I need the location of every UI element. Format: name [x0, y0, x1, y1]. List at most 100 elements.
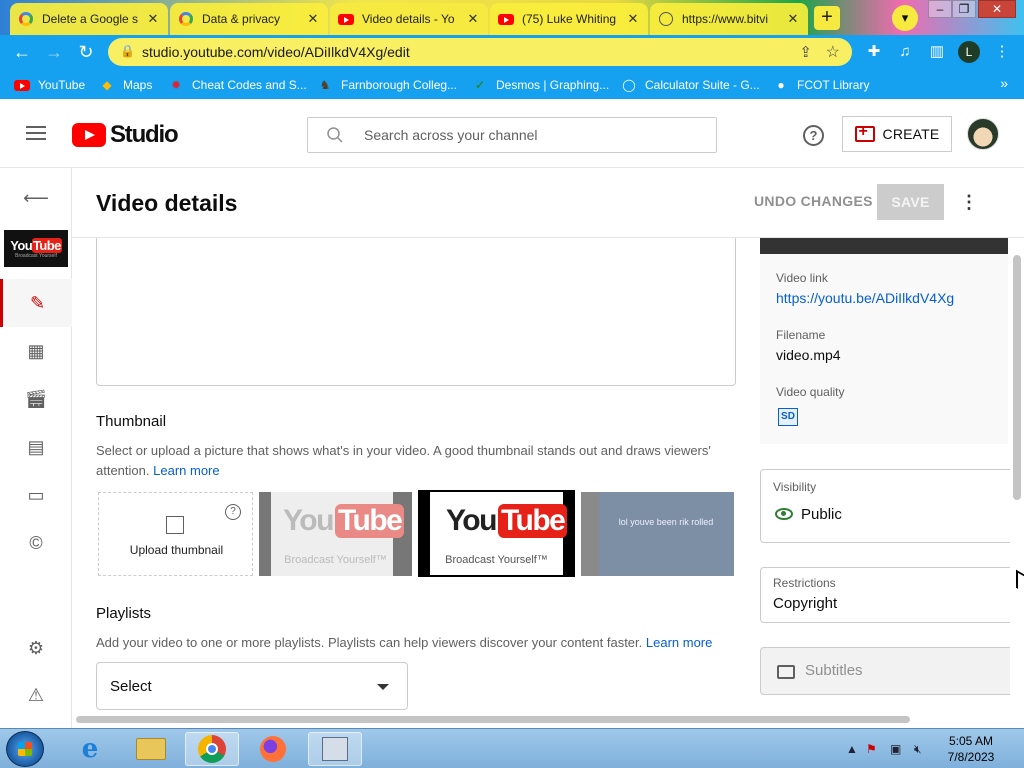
playlists-learn-more-link[interactable]: Learn more: [646, 635, 712, 650]
taskbar-media-app[interactable]: [308, 732, 362, 766]
browser-tab-delete-google[interactable]: Delete a Google s ✕: [10, 3, 168, 35]
chrome-icon: [198, 735, 226, 763]
taskbar-file-explorer[interactable]: [124, 732, 178, 766]
sidebar-video-thumbnail[interactable]: You Tube Broadcast Yourself: [4, 230, 68, 267]
bookmark-label: FCOT Library: [797, 78, 870, 92]
sidebar-item-settings[interactable]: ⚙: [0, 624, 72, 672]
start-button[interactable]: [6, 731, 44, 767]
action-center-icon[interactable]: ⚑: [866, 742, 877, 756]
upload-thumbnail-button[interactable]: ? Upload thumbnail: [98, 492, 253, 576]
browser-tab-luke-whiting[interactable]: (75) Luke Whiting ✕: [490, 3, 648, 35]
thumbnail-learn-more-link[interactable]: Learn more: [153, 463, 219, 478]
bookmark-fcot-library[interactable]: ● FCOT Library: [773, 76, 869, 94]
close-icon[interactable]: ✕: [306, 11, 320, 27]
thumb-tagline: Broadcast Yourself™: [284, 554, 387, 566]
channel-search[interactable]: [307, 117, 717, 153]
thumbnail-option-2-selected[interactable]: You Tube Broadcast Yourself™: [418, 490, 575, 577]
save-button[interactable]: SAVE: [877, 184, 944, 220]
back-to-content-button[interactable]: ⟵: [0, 174, 72, 222]
youtube-icon: [14, 77, 30, 93]
close-icon[interactable]: ✕: [786, 11, 800, 27]
browser-menu-icon[interactable]: ⋮: [992, 42, 1012, 62]
search-input[interactable]: [364, 118, 704, 152]
forward-button[interactable]: →: [43, 41, 65, 63]
studio-logo[interactable]: Studio: [72, 121, 179, 148]
visibility-dropdown[interactable]: Visibility Public: [760, 469, 1010, 543]
bookmark-label: Farnborough Colleg...: [341, 78, 458, 92]
taskbar-chrome[interactable]: [185, 732, 239, 766]
undo-changes-button[interactable]: UNDO CHANGES: [754, 193, 873, 209]
extensions-icon[interactable]: ✚: [864, 42, 884, 62]
video-quality-label: Video quality: [776, 385, 845, 399]
sidebar-item-editor[interactable]: 🎬︎: [0, 375, 72, 423]
sidebar-item-feedback[interactable]: ⚠: [0, 671, 72, 719]
bookmark-maps[interactable]: ◆ Maps: [99, 76, 152, 94]
taskbar-internet-explorer[interactable]: e: [63, 732, 117, 766]
sidebar-item-analytics[interactable]: ▦: [0, 327, 72, 375]
window-minimize-button[interactable]: –: [928, 0, 952, 18]
system-clock[interactable]: 5:05 AM 7/8/2023: [936, 733, 1006, 765]
media-controls-icon[interactable]: ♫: [895, 42, 915, 62]
create-button[interactable]: CREATE: [842, 116, 952, 152]
close-icon[interactable]: ✕: [146, 11, 160, 27]
account-avatar[interactable]: [967, 118, 999, 150]
geogebra-icon: ◯: [622, 78, 636, 92]
browser-tab-bitvi[interactable]: https://www.bitvi ✕: [650, 3, 808, 35]
help-icon[interactable]: ?: [225, 504, 241, 520]
firefox-icon: [260, 736, 286, 762]
vertical-scrollbar[interactable]: [1013, 255, 1021, 500]
close-icon[interactable]: ✕: [466, 11, 480, 27]
sidebar-item-comments[interactable]: ▤: [0, 423, 72, 471]
browser-tab-data-privacy[interactable]: Data & privacy ✕: [170, 3, 328, 35]
subtitles-button[interactable]: Subtitles: [760, 647, 1010, 695]
bookmarks-overflow-icon[interactable]: »: [1000, 75, 1008, 91]
sidebar-item-details[interactable]: ✎: [0, 279, 72, 327]
filename-label: Filename: [776, 328, 826, 342]
help-icon[interactable]: ?: [803, 125, 824, 146]
windows-logo-icon: [18, 742, 32, 756]
thumbnail-option-1[interactable]: You Tube Broadcast Yourself™: [259, 492, 412, 576]
close-icon[interactable]: ✕: [626, 11, 640, 27]
horizontal-scrollbar[interactable]: [76, 716, 910, 723]
taskbar-firefox[interactable]: [246, 732, 300, 766]
mouse-cursor: [1016, 569, 1024, 593]
window-close-button[interactable]: ✕: [978, 0, 1016, 18]
folder-icon: [136, 738, 166, 760]
browser-tab-video-details[interactable]: Video details - Yo ✕: [330, 3, 488, 35]
thumbnail-option-3[interactable]: lol youve been rik rolled: [581, 492, 734, 576]
bookmark-farnborough[interactable]: ♞ Farnborough Colleg...: [317, 76, 457, 94]
video-player-controls[interactable]: [760, 238, 1008, 254]
search-icon: [327, 127, 343, 143]
video-link[interactable]: https://youtu.be/ADiIlkdV4Xg: [776, 290, 954, 306]
address-bar[interactable]: 🔒 studio.youtube.com/video/ADiIlkdV4Xg/e…: [108, 38, 852, 66]
bookmark-calculator-suite[interactable]: ◯ Calculator Suite - G...: [621, 76, 759, 94]
thumb-tagline: Broadcast Yourself™: [445, 554, 548, 566]
restrictions-field[interactable]: Restrictions Copyright: [760, 567, 1010, 623]
sidebar-item-copyright[interactable]: ©: [0, 519, 72, 567]
playlist-dropdown[interactable]: Select: [96, 662, 408, 710]
bookmark-cheat-codes[interactable]: ✹ Cheat Codes and S...: [168, 76, 307, 94]
star-icon[interactable]: ☆: [826, 42, 840, 62]
share-icon[interactable]: ⇪: [799, 43, 812, 61]
clapper-icon: 🎬︎: [24, 388, 48, 409]
page-title: Video details: [96, 190, 238, 216]
back-button[interactable]: ←: [11, 41, 33, 63]
show-hidden-icons-icon[interactable]: ▲: [846, 742, 858, 756]
menu-icon[interactable]: [26, 126, 46, 140]
window-restore-button[interactable]: ❐: [952, 0, 976, 18]
youtube-logo-icon: [72, 123, 106, 147]
side-panel-icon[interactable]: ▥: [927, 42, 947, 62]
bookmark-desmos[interactable]: ✓ Desmos | Graphing...: [472, 76, 609, 94]
description-textarea[interactable]: [96, 238, 736, 386]
reload-button[interactable]: ↻: [75, 41, 97, 63]
network-icon[interactable]: ▣: [890, 742, 901, 756]
bookmark-youtube[interactable]: YouTube: [14, 76, 85, 94]
volume-muted-icon[interactable]: 🔇︎: [914, 742, 922, 757]
sidebar-item-subtitles[interactable]: ▭: [0, 471, 72, 519]
new-tab-button[interactable]: +: [814, 6, 840, 30]
tab-search-button[interactable]: ▾: [892, 5, 918, 31]
more-options-icon[interactable]: ⋮: [960, 192, 978, 212]
create-video-icon: [854, 123, 875, 142]
profile-avatar[interactable]: L: [958, 41, 980, 63]
google-icon: [18, 11, 34, 27]
